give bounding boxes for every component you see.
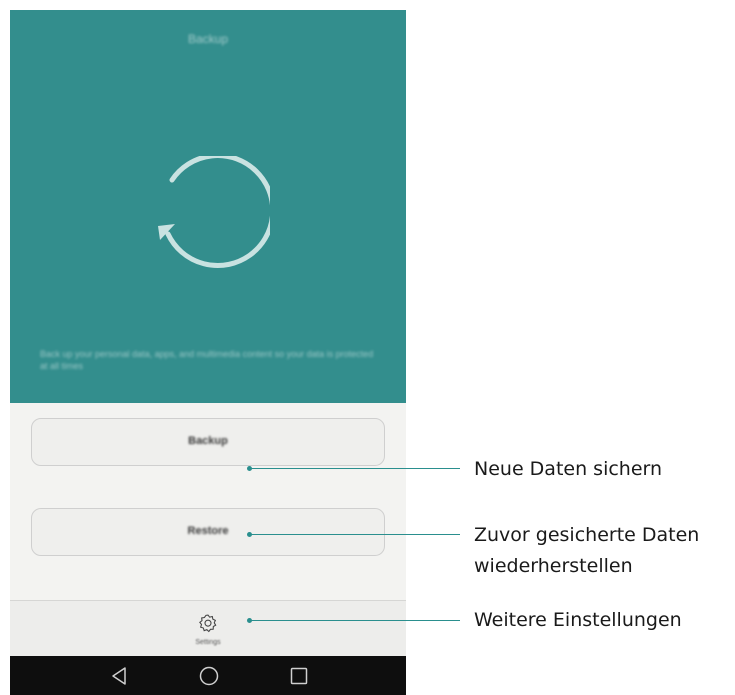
backup-button-label: Backup xyxy=(188,435,228,447)
callout-restore-line2: wiederherstellen xyxy=(474,555,633,577)
page-title: Backup xyxy=(187,32,229,46)
settings-button[interactable]: Settings xyxy=(178,601,238,656)
backup-refresh-icon xyxy=(158,156,270,269)
backup-button[interactable]: Backup xyxy=(31,418,385,466)
callout-restore-line1: Zuvor gesicherte Daten xyxy=(474,524,700,546)
callout-backup: Neue Daten sichern xyxy=(474,458,663,480)
restore-button-label: Restore xyxy=(187,525,229,537)
callout-line-backup xyxy=(251,468,460,469)
phone-screen: Backup Back up your personal data, apps,… xyxy=(10,10,406,695)
callout-settings: Weitere Einstellungen xyxy=(474,609,682,631)
gear-icon xyxy=(199,614,217,633)
home-circle-icon[interactable] xyxy=(197,664,221,688)
system-navigation-bar xyxy=(10,656,406,695)
callout-line-settings xyxy=(251,620,460,621)
settings-label: Settings xyxy=(195,639,221,646)
backup-hero-panel: Backup Back up your personal data, apps,… xyxy=(10,10,406,403)
hero-description: Back up your personal data, apps, and mu… xyxy=(40,349,374,371)
back-triangle-icon[interactable] xyxy=(108,664,132,688)
recents-square-icon[interactable] xyxy=(287,664,311,688)
bottom-toolbar: Settings xyxy=(10,601,406,656)
callout-line-restore xyxy=(251,534,460,535)
restore-button[interactable]: Restore xyxy=(31,508,385,556)
